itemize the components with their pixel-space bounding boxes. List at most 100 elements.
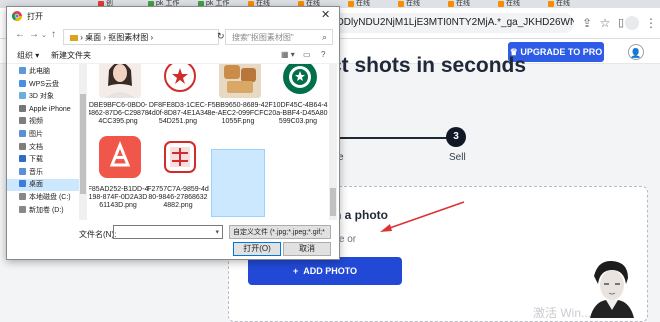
close-icon[interactable]: ✕ <box>321 8 330 21</box>
tree-item-label: 新加卷 (D:) <box>29 206 64 214</box>
add-photo-button[interactable]: + ADD PHOTO <box>248 257 402 285</box>
browser-tab[interactable]: 在线 <box>496 0 544 8</box>
navigation-tree: 此电脑 WPS云盘 3D 对象 Apple iPhone 视频图片文档下载音乐桌面本地磁… <box>7 64 81 220</box>
woman-photo-thumbnail[interactable] <box>99 64 141 98</box>
red-app-icon-thumbnail[interactable] <box>99 136 141 178</box>
browser-tab[interactable]: 在线 <box>446 0 494 8</box>
file-grid: DBE9BFC6-0BD0-4862-87D6-C298784CC395.png… <box>89 64 329 220</box>
tree-item-label: 本地磁盘 (C:) <box>29 194 71 201</box>
upgrade-label: UPGRADE TO PRO <box>520 47 603 57</box>
tree-item[interactable]: Apple iPhone <box>19 104 79 116</box>
file-name[interactable]: F5BB9650-8689-428e-AEC2-099FCFC1055F.png <box>207 102 269 126</box>
forward-arrow-icon[interactable]: → <box>29 29 39 40</box>
filetype-select[interactable]: 自定义文件 (*.jpg;*.jpeg;*.gif;* <box>229 225 331 239</box>
profile-icon[interactable] <box>625 16 639 30</box>
tree-scrollbar[interactable] <box>79 64 87 220</box>
plus-icon: + <box>292 266 299 276</box>
star-icon[interactable]: ☆ <box>598 16 612 30</box>
folder-icon: ▆ <box>70 33 78 42</box>
user-icon[interactable]: 👤 <box>628 44 644 60</box>
browser-tab[interactable]: 在线 <box>346 0 394 8</box>
address-bar[interactable]: ODlyNDU2NjM1LjE3MTI0NTY2MjA.*_ga_JKHD26W… <box>320 13 574 33</box>
tab-label: 在线 <box>506 0 520 7</box>
new-folder-button[interactable]: 新建文件夹 <box>51 50 91 61</box>
tree-item[interactable]: 此电脑 <box>19 66 79 78</box>
tree-item-label: WPS云盘 <box>29 80 59 88</box>
tree-item-label: 下载 <box>29 156 43 164</box>
red-seal-thumbnail[interactable] <box>159 136 201 178</box>
red-arrow-annotation <box>380 201 465 232</box>
menu-icon[interactable]: ⋮ <box>644 16 658 30</box>
tree-item-icon <box>19 92 26 100</box>
file-name[interactable]: F2757C7A-9859-4d80-9846-278686324882.png <box>147 186 209 210</box>
search-icon: ⌕ <box>321 32 327 42</box>
steps-progress-line <box>330 137 452 139</box>
red-stamp-thumbnail[interactable] <box>159 64 201 98</box>
tab-favicon <box>398 1 404 7</box>
tree-item[interactable]: 音乐 <box>19 167 79 179</box>
tree-item[interactable]: 视频 <box>19 116 79 128</box>
tab-favicon <box>448 1 454 7</box>
tree-item[interactable]: 文档 <box>19 142 79 154</box>
tree-item-label: 图片 <box>29 131 43 138</box>
organize-menu[interactable]: 组织 ▾ <box>17 50 39 61</box>
file-name[interactable]: F10DF45C-4B64-420a-BBF4-D45A80599C03.png <box>267 102 329 126</box>
selected-file-highlight <box>211 149 265 217</box>
refresh-icon[interactable]: ↻ <box>217 31 225 42</box>
breadcrumb[interactable]: ▆ › 桌面 › 抠图素材图 › <box>63 29 219 45</box>
file-name[interactable]: DF8FE8D3-1CEC-4d0f-8D87-4E1A3454D251.png <box>147 102 209 126</box>
dialog-navbar: ← → ⌄ ↑ ▆ › 桌面 › 抠图素材图 › ↻ 搜索"抠图素材图" ⌕ <box>7 25 339 49</box>
tree-item-icon <box>19 155 26 163</box>
tree-item-icon <box>19 142 26 150</box>
filename-input[interactable]: ▾ <box>113 225 223 239</box>
tree-item-icon <box>19 79 26 87</box>
help-icon[interactable]: ? <box>321 50 325 59</box>
tree-item-icon <box>19 205 26 213</box>
browser-tab[interactable]: 在线 <box>396 0 444 8</box>
tree-item[interactable]: 下载 <box>19 154 79 166</box>
step-3-label: Sell <box>449 152 466 163</box>
add-photo-label: ADD PHOTO <box>303 266 358 276</box>
tree-item-icon <box>19 67 26 74</box>
chevron-down-icon[interactable]: ▾ <box>215 226 219 240</box>
tab-label: 在线 <box>356 0 370 7</box>
files-scrollbar[interactable] <box>329 64 337 220</box>
command-bar: 组织 ▾ 新建文件夹 ▦ ▾ ▭ ? <box>7 49 339 64</box>
share-icon[interactable]: ⇪ <box>580 16 594 30</box>
back-arrow-icon[interactable]: ← <box>15 29 25 40</box>
up-arrow-icon[interactable]: ↑ <box>51 29 56 40</box>
tree-item[interactable]: 新加卷 (D:) <box>19 205 79 217</box>
search-input[interactable]: 搜索"抠图素材图" ⌕ <box>225 29 333 45</box>
cancel-button[interactable]: 取消 <box>283 242 331 256</box>
file-open-dialog: 打开 ✕ ← → ⌄ ↑ ▆ › 桌面 › 抠图素材图 › ↻ 搜索"抠图素材图… <box>6 6 340 260</box>
tab-favicon <box>548 1 554 7</box>
starbucks-logo-thumbnail[interactable] <box>279 64 321 98</box>
chevron-down-icon[interactable]: ⌄ <box>41 31 47 39</box>
tree-item-label: 音乐 <box>29 168 43 176</box>
bread-photo-thumbnail[interactable] <box>219 64 261 98</box>
file-name[interactable]: F85AD252-B1DD-4198-874F-0D2A3D61143D.png <box>89 186 149 210</box>
model-portrait-image <box>590 260 634 318</box>
tree-item-icon <box>19 104 26 112</box>
tree-item[interactable]: 本地磁盘 (C:) <box>19 192 79 204</box>
tree-item[interactable]: 3D 对象 <box>19 91 79 103</box>
browser-tab[interactable]: 在线 <box>546 0 594 8</box>
tree-item-label: 视频 <box>29 118 43 126</box>
tree-item-icon <box>19 167 26 175</box>
open-button[interactable]: 打开(O) <box>233 242 281 256</box>
tree-item-label: 文档 <box>29 143 43 151</box>
breadcrumb-folder[interactable]: 抠图素材图 <box>108 33 148 42</box>
tree-item[interactable]: 桌面 <box>7 179 81 192</box>
breadcrumb-desktop[interactable]: 桌面 <box>85 33 101 42</box>
tree-item[interactable]: 图片 <box>19 129 79 141</box>
view-options-icon[interactable]: ▦ ▾ <box>281 50 295 59</box>
tree-item[interactable]: WPS云盘 <box>19 79 79 91</box>
search-placeholder: 搜索"抠图素材图" <box>232 33 294 42</box>
filename-label: 文件名(N): <box>79 230 117 239</box>
dialog-title: 打开 <box>27 12 43 21</box>
preview-pane-icon[interactable]: ▭ <box>303 50 311 59</box>
file-name[interactable]: DBE9BFC6-0BD0-4862-87D6-C298784CC395.png <box>89 102 149 126</box>
tree-item-label: Apple iPhone <box>29 105 71 113</box>
tree-item-icon <box>19 117 26 125</box>
tree-item-icon <box>19 193 26 200</box>
